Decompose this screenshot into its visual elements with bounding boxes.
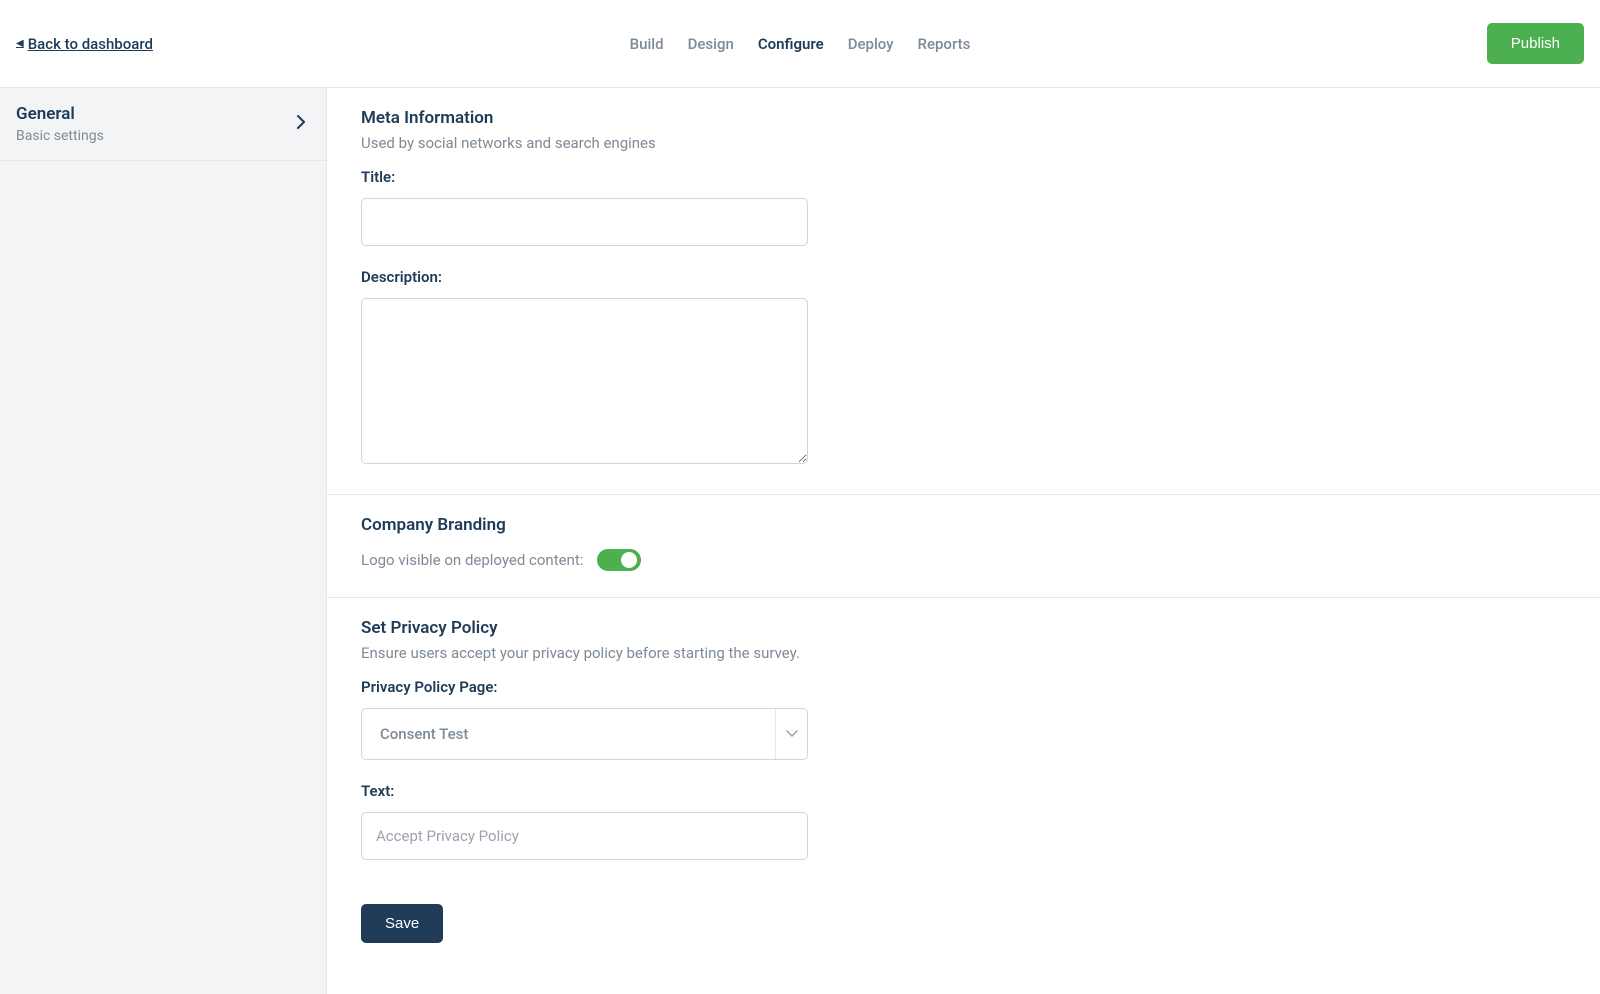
sidebar-item-subtitle: Basic settings: [16, 128, 104, 144]
description-label: Description:: [361, 268, 1566, 286]
privacy-page-select[interactable]: Consent Test: [361, 708, 808, 760]
title-label: Title:: [361, 168, 1566, 186]
privacy-title: Set Privacy Policy: [361, 618, 1566, 638]
publish-button[interactable]: Publish: [1487, 23, 1584, 64]
back-to-dashboard-link[interactable]: ◀ Back to dashboard: [16, 35, 153, 53]
chevron-right-icon: [296, 114, 306, 135]
nav-reports[interactable]: Reports: [918, 35, 971, 53]
save-section: Save: [327, 886, 1600, 961]
section-privacy: Set Privacy Policy Ensure users accept y…: [327, 598, 1600, 886]
chevron-down-icon: [775, 709, 807, 759]
nav-deploy[interactable]: Deploy: [848, 35, 894, 53]
meta-title: Meta Information: [361, 108, 1566, 128]
nav-build[interactable]: Build: [630, 35, 664, 53]
back-label: Back to dashboard: [28, 35, 153, 53]
header-left: ◀ Back to dashboard: [16, 35, 153, 53]
logo-visible-label: Logo visible on deployed content:: [361, 551, 583, 569]
meta-subtitle: Used by social networks and search engin…: [361, 134, 1566, 152]
field-title: Title:: [361, 168, 1566, 246]
header: ◀ Back to dashboard Build Design Configu…: [0, 0, 1600, 88]
nav-design[interactable]: Design: [688, 35, 734, 53]
sidebar-item-general[interactable]: General Basic settings: [0, 88, 326, 161]
toggle-knob: [621, 552, 637, 568]
section-meta: Meta Information Used by social networks…: [327, 88, 1600, 495]
sidebar: General Basic settings: [0, 88, 327, 994]
branding-title: Company Branding: [361, 515, 1566, 535]
field-privacy-text: Text:: [361, 782, 1566, 860]
header-nav: Build Design Configure Deploy Reports: [630, 35, 971, 53]
branding-row: Logo visible on deployed content:: [361, 549, 1566, 571]
content: General Basic settings Meta Information …: [0, 88, 1600, 994]
main: Meta Information Used by social networks…: [327, 88, 1600, 994]
privacy-text-label: Text:: [361, 782, 1566, 800]
field-privacy-page: Privacy Policy Page: Consent Test: [361, 678, 1566, 760]
sidebar-item-text: General Basic settings: [16, 104, 104, 144]
description-textarea[interactable]: [361, 298, 808, 464]
privacy-page-label: Privacy Policy Page:: [361, 678, 1566, 696]
save-button[interactable]: Save: [361, 904, 443, 943]
nav-configure[interactable]: Configure: [758, 35, 824, 53]
privacy-page-value: Consent Test: [362, 725, 775, 743]
field-description: Description:: [361, 268, 1566, 468]
section-branding: Company Branding Logo visible on deploye…: [327, 495, 1600, 598]
title-input[interactable]: [361, 198, 808, 246]
logo-visible-toggle[interactable]: [597, 549, 641, 571]
privacy-text-input[interactable]: [361, 812, 808, 860]
sidebar-item-title: General: [16, 104, 104, 124]
privacy-subtitle: Ensure users accept your privacy policy …: [361, 644, 1566, 662]
back-caret-icon: ◀: [16, 38, 24, 49]
